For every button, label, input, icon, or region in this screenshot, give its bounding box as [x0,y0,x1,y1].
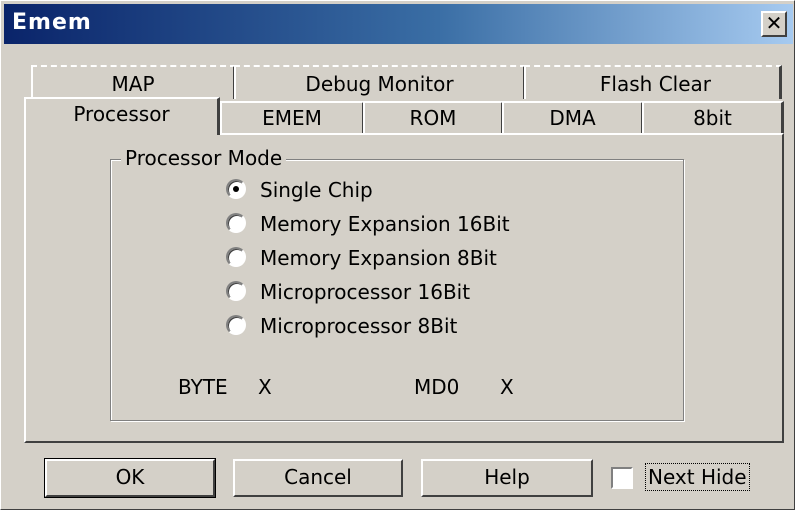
radio-label: Memory Expansion 16Bit [260,212,510,236]
close-icon: ✕ [765,11,783,35]
close-button[interactable]: ✕ [761,11,787,37]
tab-label: ROM [409,106,457,130]
tab-label: Processor [73,102,170,126]
radio-icon [226,247,246,267]
tab-label: MAP [111,72,155,96]
md0-label: MD0 [414,375,460,399]
button-label: Help [484,465,530,489]
tab-rom[interactable]: ROM [363,101,504,135]
next-hide-label[interactable]: Next Hide [645,463,750,491]
tab-map[interactable]: MAP [31,65,236,99]
tab-label: Debug Monitor [305,72,454,96]
tab-flash-clear[interactable]: Flash Clear [524,65,782,99]
button-label: OK [115,465,145,489]
group-label: Processor Mode [121,146,287,170]
button-label: Cancel [284,465,352,489]
dialog-window: Emem ✕ MAP Debug Monitor Flash Clear Pro… [0,0,795,510]
tab-label: Flash Clear [599,72,711,96]
tab-processor[interactable]: Processor [24,97,220,135]
radio-label: Microprocessor 8Bit [260,314,458,338]
ok-button[interactable]: OK [44,458,216,498]
tab-debug-monitor[interactable]: Debug Monitor [234,65,526,99]
byte-value: X [258,375,272,399]
md0-value: X [500,375,514,399]
radio-label: Memory Expansion 8Bit [260,246,497,270]
tab-panel-processor: Processor Mode Single Chip Memory Expans… [24,133,784,443]
radio-label: Microprocessor 16Bit [260,280,471,304]
radio-icon [226,281,246,301]
next-hide-checkbox[interactable] [611,467,633,489]
radio-selected-icon [226,179,246,199]
tab-dma[interactable]: DMA [502,101,644,135]
tab-8bit[interactable]: 8bit [642,101,784,135]
radio-label: Single Chip [260,178,373,202]
tab-label: 8bit [693,106,732,130]
help-button[interactable]: Help [421,459,593,497]
title-bar[interactable]: Emem ✕ [4,4,793,44]
tab-emem[interactable]: EMEM [220,101,365,135]
cancel-button[interactable]: Cancel [233,459,403,497]
byte-label: BYTE [178,375,228,399]
window-title: Emem [12,10,92,35]
tab-label: EMEM [262,106,322,130]
radio-icon [226,315,246,335]
tab-label: DMA [549,106,596,130]
radio-icon [226,213,246,233]
